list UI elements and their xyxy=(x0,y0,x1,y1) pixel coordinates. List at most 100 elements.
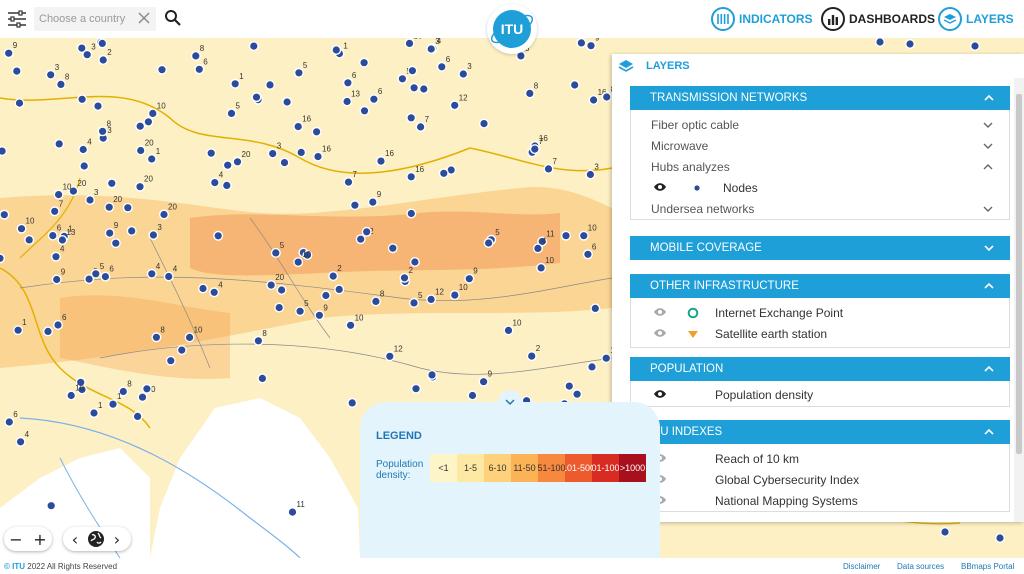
network-node-marker[interactable] xyxy=(970,40,981,52)
nav-dashboards[interactable]: DASHBOARDS xyxy=(821,7,935,31)
layer-ixp[interactable]: Internet Exchange Point xyxy=(631,302,1009,323)
network-node-marker[interactable] xyxy=(43,326,54,337)
network-node-marker[interactable] xyxy=(359,57,370,68)
nav-indicators[interactable]: INDICATORS xyxy=(711,7,813,31)
globe-icon[interactable] xyxy=(87,530,105,548)
network-node-marker[interactable] xyxy=(165,355,176,366)
data-sources-link[interactable]: Data sources xyxy=(897,562,944,571)
network-node-marker[interactable] xyxy=(569,80,580,91)
network-node-marker[interactable] xyxy=(47,230,58,241)
network-node-marker[interactable] xyxy=(265,79,276,90)
network-node-marker[interactable] xyxy=(406,112,417,123)
network-node-marker[interactable] xyxy=(529,144,540,155)
network-node-marker[interactable] xyxy=(194,64,205,75)
network-node-marker[interactable] xyxy=(24,234,35,245)
layer-nodes[interactable]: Nodes xyxy=(631,177,1009,198)
close-icon[interactable] xyxy=(138,12,150,24)
network-node-marker[interactable] xyxy=(409,297,420,308)
network-node-marker[interactable] xyxy=(564,381,575,392)
filter-sliders-icon[interactable] xyxy=(6,9,28,29)
network-node-marker[interactable] xyxy=(343,177,354,188)
network-node-marker[interactable] xyxy=(54,138,65,149)
network-node-marker[interactable] xyxy=(209,177,220,188)
network-node-marker[interactable] xyxy=(53,320,64,331)
network-node-marker[interactable] xyxy=(156,64,167,75)
network-node-marker[interactable] xyxy=(226,108,237,119)
network-node-marker[interactable] xyxy=(320,290,331,301)
bbmaps-portal-link[interactable]: BBmaps Portal xyxy=(961,562,1014,571)
network-node-marker[interactable] xyxy=(367,197,378,208)
eye-icon[interactable] xyxy=(653,182,667,192)
network-node-marker[interactable] xyxy=(84,194,95,205)
network-node-marker[interactable] xyxy=(137,392,148,403)
network-node-marker[interactable] xyxy=(313,151,324,162)
network-node-marker[interactable] xyxy=(409,82,420,93)
network-node-marker[interactable] xyxy=(578,230,589,241)
network-node-marker[interactable] xyxy=(147,108,158,119)
network-node-marker[interactable] xyxy=(407,65,418,76)
network-node-marker[interactable] xyxy=(122,202,133,213)
network-node-marker[interactable] xyxy=(458,69,469,80)
eye-icon[interactable] xyxy=(653,307,667,317)
network-node-marker[interactable] xyxy=(449,290,460,301)
network-node-marker[interactable] xyxy=(464,273,475,284)
network-node-marker[interactable] xyxy=(132,411,143,422)
network-node-marker[interactable] xyxy=(875,38,885,47)
layer-national-mapping[interactable]: National Mapping Systems xyxy=(631,490,1009,511)
layer-reach-10km[interactable]: Reach of 10 km xyxy=(631,448,1009,469)
network-node-marker[interactable] xyxy=(251,92,262,103)
layer-fiber-optic[interactable]: Fiber optic cable xyxy=(631,114,1009,135)
network-node-marker[interactable] xyxy=(97,38,108,49)
eye-icon[interactable] xyxy=(653,328,667,338)
network-node-marker[interactable] xyxy=(503,325,514,336)
network-node-marker[interactable] xyxy=(276,284,287,295)
layer-hubs-analyzes[interactable]: Hubs analyzes xyxy=(631,156,1009,177)
layer-undersea[interactable]: Undersea networks xyxy=(631,198,1009,219)
search-icon[interactable] xyxy=(164,9,182,27)
zoom-out-button[interactable]: − xyxy=(4,527,28,551)
layer-microwave[interactable]: Microwave xyxy=(631,135,1009,156)
zoom-in-button[interactable]: + xyxy=(28,527,52,551)
network-node-marker[interactable] xyxy=(274,302,285,313)
network-node-marker[interactable] xyxy=(387,243,398,254)
section-header-population[interactable]: POPULATION xyxy=(630,357,1010,381)
network-node-marker[interactable] xyxy=(248,41,259,52)
network-node-marker[interactable] xyxy=(331,44,342,56)
network-node-marker[interactable] xyxy=(311,126,322,137)
layer-satellite[interactable]: Satellite earth station xyxy=(631,323,1009,344)
disclaimer-link[interactable]: Disclaimer xyxy=(843,562,880,571)
network-node-marker[interactable] xyxy=(135,121,146,132)
next-view-button[interactable]: › xyxy=(105,527,129,551)
network-node-marker[interactable] xyxy=(411,383,422,394)
network-node-marker[interactable] xyxy=(14,98,25,109)
prev-view-button[interactable]: ‹ xyxy=(63,527,87,551)
network-node-marker[interactable] xyxy=(0,253,5,264)
network-node-marker[interactable] xyxy=(347,397,358,408)
section-header-mobile[interactable]: MOBILE COVERAGE xyxy=(630,236,1010,260)
network-node-marker[interactable] xyxy=(146,268,157,279)
network-node-marker[interactable] xyxy=(11,66,22,77)
scrollbar-thumb[interactable] xyxy=(1016,94,1022,454)
network-node-marker[interactable] xyxy=(0,209,10,220)
section-header-transmission[interactable]: TRANSMISSION NETWORKS xyxy=(630,86,1010,110)
network-node-marker[interactable] xyxy=(399,272,410,283)
network-node-marker[interactable] xyxy=(995,533,1006,544)
network-node-marker[interactable] xyxy=(587,361,598,372)
network-node-marker[interactable] xyxy=(334,284,345,295)
network-node-marker[interactable] xyxy=(436,61,447,72)
network-node-marker[interactable] xyxy=(46,500,57,511)
network-node-marker[interactable] xyxy=(296,147,307,158)
network-node-marker[interactable] xyxy=(106,178,117,189)
network-node-marker[interactable] xyxy=(359,105,370,116)
network-node-marker[interactable] xyxy=(438,168,449,179)
network-node-marker[interactable] xyxy=(206,148,217,159)
network-node-marker[interactable] xyxy=(110,238,121,249)
layers-scrollbar[interactable] xyxy=(1014,78,1024,522)
network-node-marker[interactable] xyxy=(221,180,232,191)
legend-toggle[interactable] xyxy=(498,390,522,414)
nav-layers[interactable]: LAYERS xyxy=(938,7,1014,31)
network-node-marker[interactable] xyxy=(51,251,62,262)
country-search-input[interactable] xyxy=(34,7,134,31)
network-node-marker[interactable] xyxy=(90,268,101,279)
itu-logo[interactable]: ITU xyxy=(487,4,537,54)
